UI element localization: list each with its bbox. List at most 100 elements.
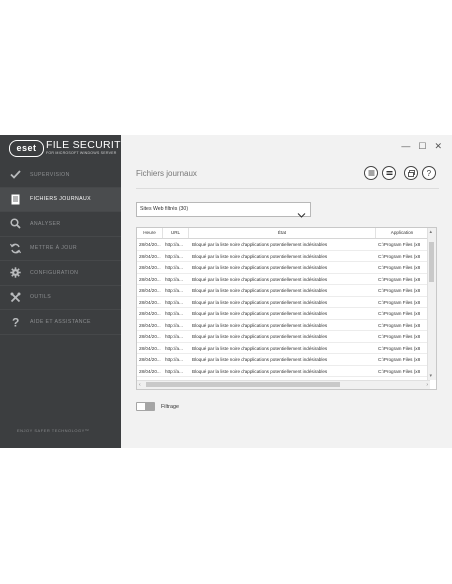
column-header-url[interactable]: URL [163, 228, 189, 238]
equals-icon [386, 171, 392, 176]
filter-toggle[interactable] [136, 402, 155, 411]
scroll-down-icon[interactable]: ▾ [430, 373, 433, 379]
tagline: ENJOY SAFER TECHNOLOGY™ [17, 428, 90, 433]
sidebar-item-label: CONFIGURATION [30, 269, 79, 276]
column-header-application[interactable]: Application [376, 228, 428, 238]
tools-icon [0, 292, 30, 303]
eset-app-window: eset FILE SECURITY FOR MICROSOFT WINDOWS… [0, 135, 452, 448]
log-type-select-value: Sites Web filtrés (30) [140, 206, 189, 212]
table-row[interactable]: 28/04/20... http://a... Bloqué par la list… [137, 320, 428, 331]
sidebar-item-aide[interactable]: ? AIDE ET ASSISTANCE [0, 310, 121, 335]
maximize-button[interactable]: ☐ [418, 142, 426, 151]
cell-etat: Bloqué par la liste noire d'applications… [192, 334, 328, 339]
cell-etat: Bloqué par la liste noire d'applications… [192, 357, 328, 362]
cell-etat: Bloqué par la liste noire d'applications… [192, 311, 328, 316]
table-header: Heure URL État Application [137, 228, 428, 239]
sidebar: eset FILE SECURITY FOR MICROSOFT WINDOWS… [0, 135, 128, 448]
cell-etat: Bloqué par la liste noire d'applications… [192, 276, 328, 282]
cell-url: http://a... [165, 265, 183, 270]
cell-heure: 28/04/20... [139, 299, 161, 305]
cell-application: C:\Program Files (x8 [378, 345, 421, 351]
column-header-heure[interactable]: Heure [137, 228, 163, 238]
cell-url: http://a... [165, 288, 183, 293]
cell-heure: 28/04/20... [139, 334, 161, 339]
gear-icon [0, 267, 30, 278]
cell-url: http://a... [165, 299, 183, 305]
cell-etat: Bloqué par la liste noire d'applications… [192, 242, 328, 247]
brand-header: eset FILE SECURITY FOR MICROSOFT WINDOWS… [0, 135, 128, 163]
page-title: Fichiers journaux [136, 169, 197, 178]
horizontal-scrollbar[interactable]: ‹ › [137, 380, 430, 389]
help-icon: ? [0, 316, 30, 328]
vertical-scrollbar[interactable]: ▴ ▾ [427, 228, 436, 380]
windows-button[interactable] [404, 166, 418, 180]
log-file-icon [0, 194, 30, 205]
sidebar-item-label: METTRE À JOUR [30, 245, 77, 252]
sidebar-item-analyser[interactable]: ANALYSER [0, 212, 121, 237]
cell-application: C:\Program Files (x8 [378, 334, 421, 339]
table-row[interactable]: 28/04/20... http://a... Bloqué par la list… [137, 366, 428, 377]
table-row[interactable]: 28/04/20... http://a... Bloqué par la list… [137, 354, 428, 366]
table-row[interactable]: 28/04/20... http://a... Bloqué par la list… [137, 308, 428, 320]
question-icon: ? [427, 169, 432, 177]
sidebar-item-supervision[interactable]: SUPERVISION [0, 163, 121, 188]
close-button[interactable]: ✕ [434, 142, 442, 151]
cell-url: http://a... [165, 345, 183, 351]
title-divider [136, 188, 439, 189]
cell-url: http://a... [165, 276, 183, 282]
filter-toggle-label: Filtrage [161, 403, 179, 410]
list-view-button[interactable] [364, 166, 378, 180]
cell-etat: Bloqué par la liste noire d'applications… [192, 299, 328, 305]
cell-heure: 28/04/20... [139, 288, 161, 293]
help-button[interactable]: ? [422, 166, 436, 180]
cell-url: http://a... [165, 311, 183, 316]
minimize-button[interactable]: — [401, 142, 410, 151]
table-row[interactable]: 28/04/20... http://a... Bloqué par la list… [137, 331, 428, 343]
table-row[interactable]: 28/04/20... http://a... Bloqué par la list… [137, 343, 428, 354]
table-body: 28/04/20... http://a... Bloqué par la list… [137, 239, 428, 377]
cell-application: C:\Program Files (x8 [378, 368, 421, 374]
cell-application: C:\Program Files (x8 [378, 311, 421, 316]
sidebar-nav: SUPERVISION FICHIERS JOURNAUX ANALYSER M… [0, 163, 121, 335]
cell-application: C:\Program Files (x8 [378, 322, 421, 328]
sidebar-item-label: OUTILS [30, 294, 52, 301]
horizontal-scroll-thumb[interactable] [146, 382, 340, 387]
sidebar-item-mettre-a-jour[interactable]: METTRE À JOUR [0, 237, 121, 261]
cell-url: http://a... [165, 322, 183, 328]
sidebar-item-label: FICHIERS JOURNAUX [30, 196, 91, 203]
filter-toggle-group: Filtrage [136, 402, 179, 411]
cell-heure: 28/04/20... [139, 357, 161, 362]
chevron-down-icon [297, 206, 306, 224]
scroll-up-icon[interactable]: ▴ [430, 229, 433, 235]
vertical-scroll-thumb[interactable] [429, 242, 434, 282]
scroll-right-icon[interactable]: › [426, 382, 428, 388]
sidebar-item-configuration[interactable]: CONFIGURATION [0, 261, 121, 286]
sidebar-item-fichiers-journaux[interactable]: FICHIERS JOURNAUX [0, 187, 121, 212]
log-type-select[interactable]: Sites Web filtrés (30) [136, 202, 311, 218]
log-table: Heure URL État Application 28/04/20... ht… [136, 227, 437, 390]
cell-etat: Bloqué par la liste noire d'applications… [192, 253, 328, 259]
svg-text:?: ? [427, 169, 432, 177]
cell-etat: Bloqué par la liste noire d'applications… [192, 345, 328, 351]
table-row[interactable]: 28/04/20... http://a... Bloqué par la list… [137, 239, 428, 251]
window-controls: — ☐ ✕ [401, 142, 442, 151]
cell-heure: 28/04/20... [139, 322, 161, 328]
scroll-left-icon[interactable]: ‹ [139, 382, 141, 388]
table-row[interactable]: 28/04/20... http://a... Bloqué par la list… [137, 274, 428, 285]
menu-button[interactable] [382, 166, 396, 180]
cell-heure: 28/04/20... [139, 345, 161, 351]
table-row[interactable]: 28/04/20... http://a... Bloqué par la list… [137, 251, 428, 262]
main-panel: — ☐ ✕ Fichiers journaux ? Sites Web filt… [121, 135, 452, 448]
cell-url: http://a... [165, 357, 183, 362]
window-icon [407, 169, 415, 177]
sidebar-item-label: SUPERVISION [30, 171, 70, 178]
cell-heure: 28/04/20... [139, 311, 161, 316]
column-header-etat[interactable]: État [189, 228, 376, 238]
cell-application: C:\Program Files (x8 [378, 288, 421, 293]
table-row[interactable]: 28/04/20... http://a... Bloqué par la list… [137, 262, 428, 274]
refresh-icon [0, 243, 30, 254]
table-row[interactable]: 28/04/20... http://a... Bloqué par la list… [137, 297, 428, 308]
table-row[interactable]: 28/04/20... http://a... Bloqué par la list… [137, 285, 428, 297]
sidebar-item-outils[interactable]: OUTILS [0, 286, 121, 310]
cell-heure: 28/04/20... [139, 265, 161, 270]
